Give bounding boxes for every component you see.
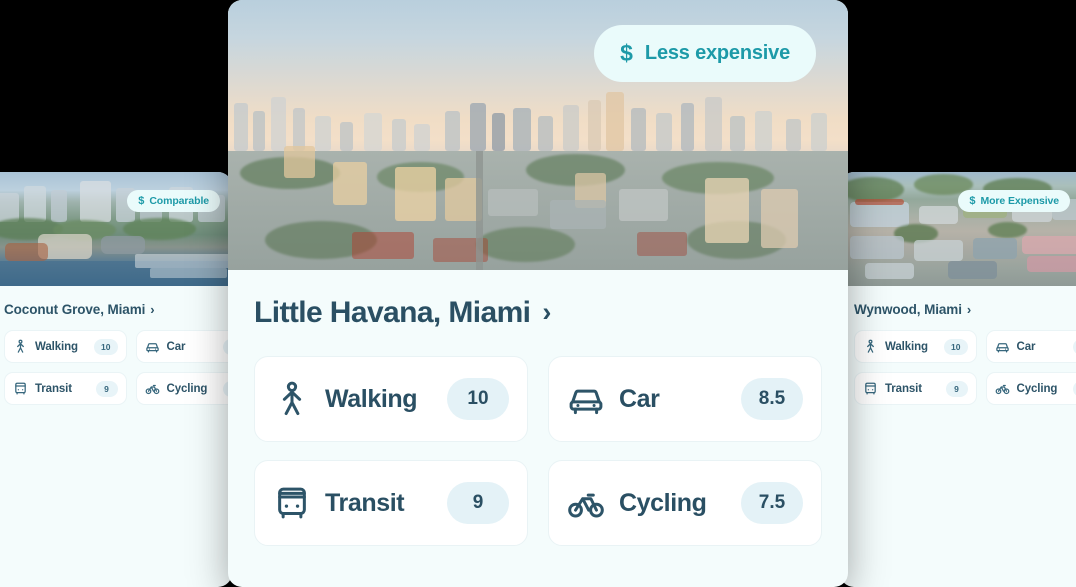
metric-label: Transit xyxy=(325,488,405,517)
metric-value: 10 xyxy=(944,338,968,355)
neighborhood-title-row-center[interactable]: Little Havana, Miami › xyxy=(254,296,822,330)
metric-car-left[interactable]: Car 8.5 xyxy=(135,330,232,363)
metric-walking-center[interactable]: Walking 10 xyxy=(254,356,528,442)
comparison-cards-stage: $ Comparable Coconut Grove, Miami › Walk… xyxy=(0,0,1076,587)
metric-label: Car xyxy=(166,340,186,353)
metric-label: Transit xyxy=(35,382,73,395)
metric-car-center[interactable]: Car 8.5 xyxy=(548,356,822,442)
metrics-grid-center: Walking 10 Car 8.5 Transit 9 Cycling 7.5 xyxy=(254,356,822,546)
metric-walking-left[interactable]: Walking 10 xyxy=(4,330,127,363)
cycling-icon xyxy=(567,484,605,522)
metric-value: 10 xyxy=(94,338,118,355)
transit-icon xyxy=(863,381,878,396)
metric-label: Car xyxy=(1016,340,1036,353)
dollar-icon: $ xyxy=(969,195,976,207)
walking-icon xyxy=(13,339,28,354)
metric-value: 9 xyxy=(447,482,509,524)
neighborhood-card-coconut-grove[interactable]: $ Comparable Coconut Grove, Miami › Walk… xyxy=(0,172,232,587)
neighborhood-title-row-left[interactable]: Coconut Grove, Miami › xyxy=(4,302,218,317)
card-body-right: Wynwood, Miami › Walking 10 Car Transit … xyxy=(840,286,1076,405)
chevron-right-icon: › xyxy=(542,296,552,327)
metric-car-right[interactable]: Car 8.5 xyxy=(985,330,1076,363)
metric-label: Walking xyxy=(35,340,78,353)
metric-label: Cycling xyxy=(166,382,208,395)
neighborhood-photo-center: $ Less expensive xyxy=(228,0,848,270)
chevron-right-icon: › xyxy=(966,302,972,317)
neighborhood-card-little-havana[interactable]: $ Less expensive Little Havana, Miami › … xyxy=(228,0,848,587)
transit-icon xyxy=(13,381,28,396)
metric-value: 9 xyxy=(945,380,968,397)
metric-cycling-left[interactable]: Cycling 7.5 xyxy=(135,372,232,405)
metric-value: 9 xyxy=(95,380,118,397)
page-title: Little Havana, Miami xyxy=(254,296,531,329)
chevron-right-icon: › xyxy=(150,302,155,317)
walking-icon xyxy=(863,339,878,354)
metric-label: Car xyxy=(619,384,660,413)
card-body-center: Little Havana, Miami › Walking 10 Car 8.… xyxy=(228,270,848,546)
transit-icon xyxy=(273,484,311,522)
cycling-icon xyxy=(145,381,160,396)
metric-cycling-center[interactable]: Cycling 7.5 xyxy=(548,460,822,546)
metrics-grid-left: Walking 10 Car 8.5 xyxy=(4,330,232,405)
metric-value: 7.5 xyxy=(741,482,803,524)
price-badge-label: Less expensive xyxy=(644,42,790,64)
card-body-left: Coconut Grove, Miami › Walking 10 Car Tr… xyxy=(0,286,232,405)
metric-transit-left[interactable]: Transit 9 xyxy=(4,372,127,405)
price-badge-right[interactable]: $ More Expensive xyxy=(958,190,1070,212)
metric-walking-right[interactable]: Walking 10 xyxy=(854,330,977,363)
dollar-icon: $ xyxy=(620,40,633,66)
walking-icon xyxy=(273,380,311,418)
metric-label: Cycling xyxy=(1016,382,1058,395)
neighborhood-photo-right: $ More Expensive xyxy=(840,172,1076,286)
metric-cycling-right[interactable]: Cycling 7.5 xyxy=(985,372,1076,405)
metric-label: Walking xyxy=(885,340,928,353)
price-badge-label: More Expensive xyxy=(980,195,1059,207)
neighborhood-name-right: Wynwood, Miami xyxy=(854,302,962,317)
metric-label: Cycling xyxy=(619,488,707,517)
metric-label: Walking xyxy=(325,384,418,413)
neighborhood-photo-left: $ Comparable xyxy=(0,172,232,286)
cycling-icon xyxy=(995,381,1010,396)
metric-label: Transit xyxy=(885,382,923,395)
metrics-grid-right: Walking 10 Car 8.5 xyxy=(854,330,1076,405)
car-icon xyxy=(995,339,1010,354)
price-badge-center[interactable]: $ Less expensive xyxy=(594,25,816,82)
car-icon xyxy=(567,380,605,418)
metric-value: 8.5 xyxy=(741,378,803,420)
metric-transit-right[interactable]: Transit 9 xyxy=(854,372,977,405)
price-badge-left[interactable]: $ Comparable xyxy=(127,190,220,212)
neighborhood-title-row-right[interactable]: Wynwood, Miami › xyxy=(854,302,1072,317)
car-icon xyxy=(145,339,160,354)
dollar-icon: $ xyxy=(138,195,145,207)
neighborhood-name-left: Coconut Grove, Miami xyxy=(4,302,146,317)
price-badge-label: Comparable xyxy=(149,195,209,207)
metric-transit-center[interactable]: Transit 9 xyxy=(254,460,528,546)
neighborhood-card-wynwood[interactable]: $ More Expensive Wynwood, Miami › Walkin… xyxy=(840,172,1076,587)
metric-value: 10 xyxy=(447,378,509,420)
